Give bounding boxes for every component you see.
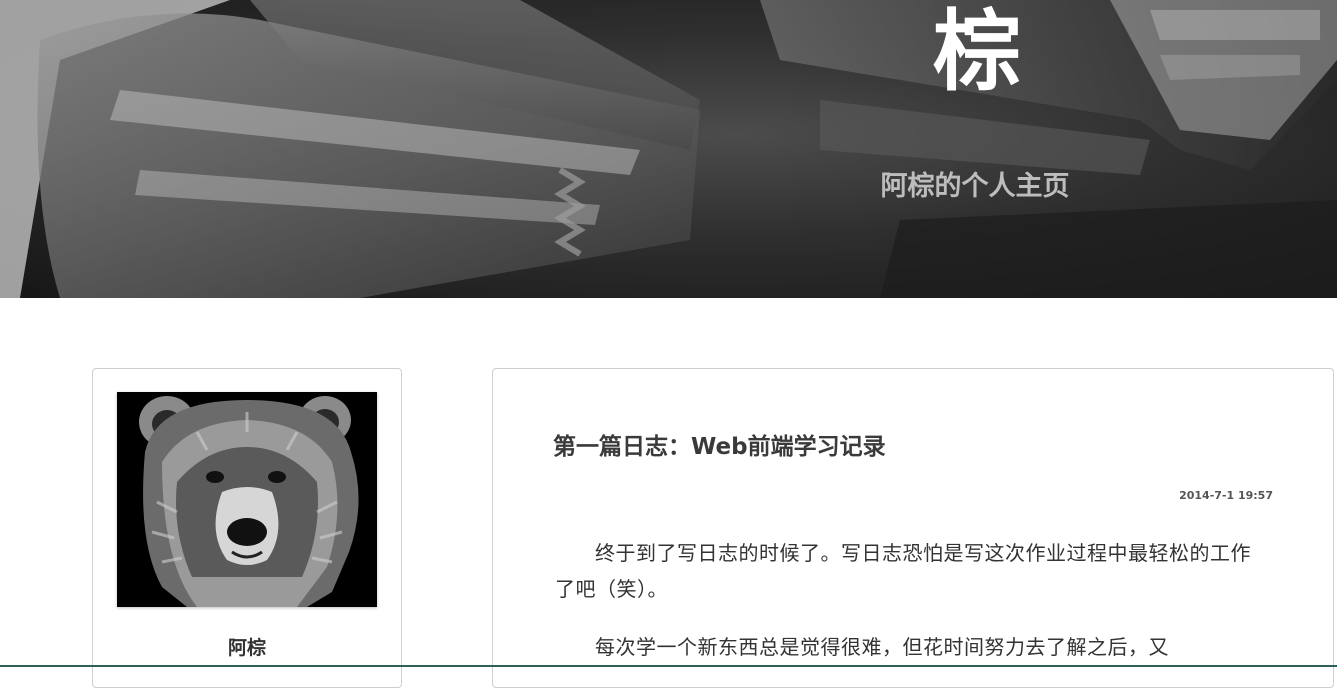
avatar [117, 392, 377, 607]
profile-name: 阿棕 [227, 637, 266, 659]
post-paragraph: 每次学一个新东西总是觉得很难，但花时间努力去了解之后，又 [595, 635, 1169, 659]
bear-portrait-icon [117, 392, 377, 607]
post-date: 2014-7-1 19:57 [1179, 489, 1273, 502]
header-banner: 棕 阿棕的个人主页 [0, 0, 1337, 298]
network-cable-background-image [0, 0, 1337, 298]
profile-card: 阿棕 [92, 368, 402, 688]
site-subtitle: 阿棕的个人主页 [880, 171, 1070, 202]
site-title: 棕 [932, 0, 1021, 103]
post-paragraph: 终于到了写日志的时候了。写日志恐怕是写这次作业过程中最轻松的工作了吧（笑）。 [555, 541, 1251, 601]
post-card: 第一篇日志：Web前端学习记录 2014-7-1 19:57 终于到了写日志的时… [492, 368, 1334, 688]
post-title[interactable]: 第一篇日志：Web前端学习记录 [553, 431, 886, 463]
